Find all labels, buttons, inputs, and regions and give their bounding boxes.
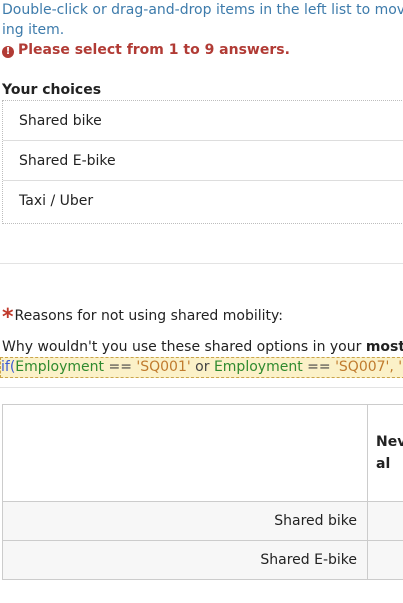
table-row: Shared E-bike: [2, 540, 403, 580]
code-operator: ==: [302, 359, 336, 375]
row-label: Shared bike: [2, 501, 368, 541]
column-header: Nev al: [367, 404, 403, 502]
instruction-line-1: Double-click or drag-and-drop items in t…: [2, 2, 403, 18]
section-divider: [0, 387, 403, 388]
validation-warning: ! Please select from 1 to 9 answers.: [2, 40, 290, 60]
answer-cell[interactable]: [367, 540, 403, 580]
choices-list[interactable]: Shared bike Shared E-bike Taxi / Uber: [2, 100, 403, 224]
question-title-text: Reasons for not using shared mobility:: [14, 308, 284, 324]
code-or: or: [190, 359, 214, 375]
choice-item[interactable]: Taxi / Uber: [3, 181, 403, 221]
code-if-keyword: if(: [1, 359, 16, 375]
exclamation-circle-icon: !: [2, 46, 14, 58]
code-variable: Employment: [15, 359, 105, 375]
column-header-line-2: al: [376, 456, 391, 472]
instruction-text: Double-click or drag-and-drop items in t…: [2, 0, 403, 40]
array-question-table: Nev al Shared bike Shared E-bike: [2, 404, 403, 580]
question-help-bold: most fre: [365, 339, 403, 355]
instruction-line-2: ing item.: [2, 22, 65, 38]
table-corner-cell: [2, 404, 368, 502]
code-variable: Employment: [213, 359, 303, 375]
code-operator: ==: [104, 359, 137, 375]
table-row: Shared bike: [2, 501, 403, 541]
table-header-row: Nev al: [2, 404, 403, 502]
code-string: 'SQ001': [136, 359, 191, 375]
code-string: 'SQ007', '<strong: [335, 359, 403, 375]
question-title: *Reasons for not using shared mobility:: [2, 305, 283, 329]
section-divider: [0, 263, 403, 264]
row-label: Shared E-bike: [2, 540, 368, 580]
question-help-text: Why wouldn't you use these shared option…: [2, 339, 366, 355]
column-header-line-1: Nev: [376, 434, 403, 450]
choice-item[interactable]: Shared bike: [3, 101, 403, 141]
choices-title: Your choices: [2, 82, 102, 98]
survey-page: Double-click or drag-and-drop items in t…: [0, 0, 403, 603]
question-help: Why wouldn't you use these shared option…: [2, 337, 403, 357]
choice-item[interactable]: Shared E-bike: [3, 141, 403, 181]
expression-code-line: if(Employment == 'SQ001' or Employment =…: [0, 357, 403, 378]
warning-text: Please select from 1 to 9 answers.: [18, 42, 290, 58]
answer-cell[interactable]: [367, 501, 403, 541]
required-asterisk: *: [2, 305, 14, 330]
